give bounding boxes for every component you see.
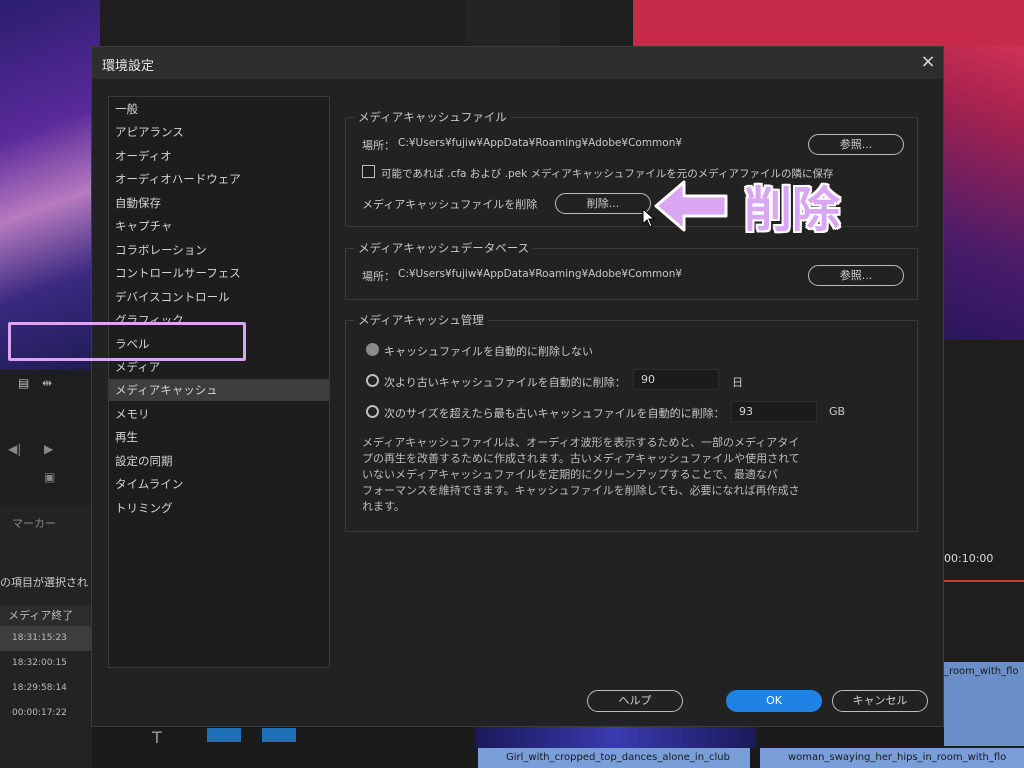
step-back-icon[interactable]: ◀| xyxy=(8,442,21,456)
save-next-to-original-checkbox[interactable] xyxy=(362,165,375,178)
playhead-line xyxy=(944,580,1024,582)
timeline-clip-label: _room_with_flo xyxy=(944,666,1019,677)
source-ruler xyxy=(0,400,92,431)
group-legend: メディアキャッシュ管理 xyxy=(354,312,488,328)
dialog-titlebar: 環境設定 × xyxy=(92,47,943,79)
sidebar-item-collaboration[interactable]: コラボレーション xyxy=(115,239,207,261)
video-thumbnail-left xyxy=(0,0,100,370)
source-toolbar: ▤ ⇹ xyxy=(0,370,92,400)
video-preview-right-top xyxy=(633,0,1024,46)
media-cache-management-group: メディアキャッシュ管理 キャッシュファイルを自動的に削除しない 次より古いキャッ… xyxy=(345,312,918,532)
delete-cache-label: メディアキャッシュファイルを削除 xyxy=(362,198,538,211)
list-row[interactable]: 18:31:15:23 xyxy=(0,626,104,651)
delete-button[interactable]: 削除... xyxy=(555,193,651,214)
sidebar-item-device-control[interactable]: デバイスコントロール xyxy=(115,286,230,308)
group-legend: メディアキャッシュデータベース xyxy=(354,240,534,256)
sidebar-item-timeline[interactable]: タイムライン xyxy=(115,473,183,495)
selection-status: の項目が選択され xyxy=(0,576,88,589)
sidebar-item-media-cache[interactable]: メディアキャッシュ xyxy=(109,379,329,401)
description-line: フォーマンスを維持できます。キャッシュファイルを削除しても、必要になれば再作成さ xyxy=(362,484,800,497)
marker-tab-label: マーカー xyxy=(12,517,56,530)
media-cache-database-group: メディアキャッシュデータベース 場所： C:¥Users¥fujiw¥AppDa… xyxy=(345,240,918,300)
left-arrow-icon xyxy=(654,180,728,232)
list-row[interactable]: 00:00:17:22 xyxy=(0,701,104,726)
annotation-label: 削除 xyxy=(744,182,841,238)
description-line: れます。 xyxy=(362,500,405,513)
cancel-button[interactable]: キャンセル xyxy=(832,690,928,712)
sidebar-item-general[interactable]: 一般 xyxy=(115,98,138,120)
days-unit: 日 xyxy=(732,376,743,389)
timeline-clip-bottom[interactable]: woman_swaying_her_hips_in_room_with_flo xyxy=(760,748,1024,768)
cache-description: メディアキャッシュファイルは、オーディオ波形を表示するためと、一部のメディアタイ… xyxy=(362,435,832,515)
sidebar-item-appearance[interactable]: アピアランス xyxy=(115,121,184,143)
preferences-sidebar: 一般 アピアランス オーディオ オーディオハードウェア 自動保存 キャプチャ コ… xyxy=(108,96,330,668)
browse-button[interactable]: 参照... xyxy=(808,134,904,155)
film-icon[interactable]: ▤ xyxy=(18,376,29,390)
sidebar-item-audio-hardware[interactable]: オーディオハードウェア xyxy=(115,168,241,190)
ok-button[interactable]: OK xyxy=(726,690,822,712)
timeline-clip-bottom[interactable]: Girl_with_cropped_top_dances_alone_in_cl… xyxy=(478,748,750,768)
radio-no-auto-delete-label: キャッシュファイルを自動的に削除しない xyxy=(384,345,593,358)
panel-top-strip xyxy=(465,0,560,46)
size-input[interactable]: 93 xyxy=(731,401,817,422)
radio-delete-by-size-label: 次のサイズを超えたら最も古いキャッシュファイルを自動的に削除： xyxy=(384,407,725,420)
type-tool-icon[interactable]: T xyxy=(152,728,162,747)
radio-delete-by-size[interactable] xyxy=(366,405,379,418)
location-path: C:¥Users¥fujiw¥AppData¥Roaming¥Adobe¥Com… xyxy=(398,268,683,280)
location-label: 場所： xyxy=(362,139,395,152)
sidebar-item-trimming[interactable]: トリミング xyxy=(115,497,173,519)
location-label: 場所： xyxy=(362,270,395,283)
mouse-cursor-icon xyxy=(642,208,656,228)
play-icon[interactable]: ▶ xyxy=(44,442,53,456)
sidebar-item-playback[interactable]: 再生 xyxy=(115,426,138,448)
list-row[interactable]: 18:32:00:15 xyxy=(0,651,104,676)
radio-no-auto-delete[interactable] xyxy=(366,343,379,356)
description-line: プの再生を改善するために作成されます。古いメディアキャッシュファイルや使用されて xyxy=(362,452,800,465)
help-button[interactable]: ヘルプ xyxy=(587,690,683,712)
sidebar-item-auto-save[interactable]: 自動保存 xyxy=(115,192,161,214)
list-header: メディア終了 xyxy=(0,606,100,626)
playback-controls: ◀| ▶ ▣ xyxy=(0,430,92,500)
sidebar-highlight-box xyxy=(8,322,246,361)
description-line: メディアキャッシュファイルは、オーディオ波形を表示するためと、一部のメディアタイ xyxy=(362,436,800,449)
group-legend: メディアキャッシュファイル xyxy=(354,109,511,125)
days-input[interactable]: 90 xyxy=(633,369,719,390)
marker-tab[interactable]: マーカー xyxy=(0,505,92,545)
browse-button[interactable]: 参照... xyxy=(808,265,904,286)
sidebar-item-control-surface[interactable]: コントロールサーフェス xyxy=(115,262,241,284)
dialog-title: 環境設定 xyxy=(102,59,155,74)
size-unit: GB xyxy=(829,405,846,418)
export-frame-icon[interactable]: ▣ xyxy=(44,470,55,484)
location-path: C:¥Users¥fujiw¥AppData¥Roaming¥Adobe¥Com… xyxy=(398,137,683,149)
sidebar-item-audio[interactable]: オーディオ xyxy=(115,145,172,167)
radio-delete-older[interactable] xyxy=(366,374,379,387)
track-block[interactable] xyxy=(207,728,241,742)
insert-icon[interactable]: ⇹ xyxy=(42,376,52,390)
list-row[interactable]: 18:29:58:14 xyxy=(0,676,104,701)
sidebar-item-capture[interactable]: キャプチャ xyxy=(115,215,172,237)
clip-thumbnail-strip xyxy=(476,726,756,748)
description-line: いないメディアキャッシュファイルを定期的にクリーンアップすることで、最適なパ xyxy=(362,468,778,481)
preferences-dialog: 環境設定 × 一般 アピアランス オーディオ オーディオハードウェア 自動保存 … xyxy=(91,46,944,727)
close-icon[interactable]: × xyxy=(918,52,938,72)
sidebar-item-memory[interactable]: メモリ xyxy=(115,403,150,425)
radio-delete-older-label: 次より古いキャッシュファイルを自動的に削除： xyxy=(384,376,626,389)
sidebar-item-sync-settings[interactable]: 設定の同期 xyxy=(115,450,173,472)
track-block[interactable] xyxy=(262,728,296,742)
timeline-timecode: 00:10:00 xyxy=(944,552,994,565)
